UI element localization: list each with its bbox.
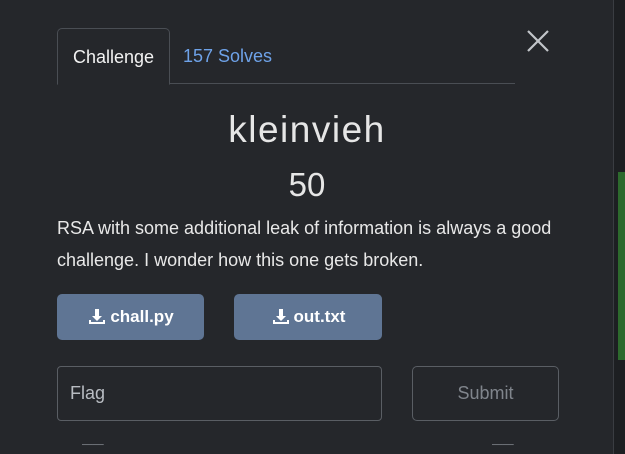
download-icon [89,309,106,324]
tab-solves[interactable]: 157 Solves [183,28,272,84]
challenge-name: kleinvieh [228,109,386,150]
background-accent-bar [618,172,625,360]
download-icon [272,309,289,324]
challenge-modal: Challenge 157 Solves kleinvieh 50 RSA wi… [0,0,614,454]
download-chall-py-button[interactable]: chall.py [57,294,204,340]
download-out-txt-button[interactable]: out.txt [234,294,382,340]
challenge-description: RSA with some additional leak of informa… [57,218,552,270]
file-label: chall.py [110,307,174,326]
close-icon [527,30,549,52]
background-text-fragment: ▔▔ [82,444,104,454]
flag-input[interactable] [57,366,382,421]
file-label: out.txt [293,307,346,326]
challenge-tabs: Challenge 157 Solves [57,28,515,85]
background-text-fragment: ▔▔ [492,444,514,454]
tab-challenge[interactable]: Challenge [57,28,170,85]
close-button[interactable] [523,26,553,56]
submit-button[interactable]: Submit [412,366,559,421]
challenge-points: 50 [288,166,326,203]
